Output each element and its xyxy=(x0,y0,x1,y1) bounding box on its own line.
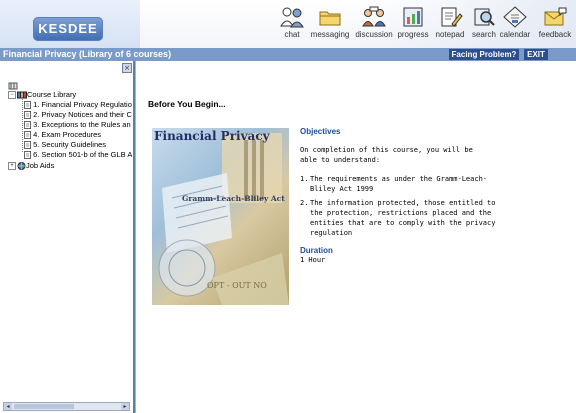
toolbar-progress[interactable]: progress xyxy=(392,6,434,39)
scrollbar-thumb[interactable] xyxy=(14,404,74,409)
main-content: Before You Begin... Financial Privacy Gr… xyxy=(135,61,576,413)
tree-course-item[interactable]: 3. Exceptions to the Rules an xyxy=(24,120,131,130)
progress-chart-icon xyxy=(403,7,423,27)
globe-icon xyxy=(17,162,26,171)
toolbar-chat[interactable]: chat xyxy=(271,6,313,39)
scroll-right-arrow-icon[interactable]: ▸ xyxy=(121,403,129,410)
cover-caption-text: Gramm-Leach-Bliley Act xyxy=(182,194,285,203)
cover-title-text: Financial Privacy xyxy=(154,129,271,143)
toolbar-feedback[interactable]: feedback xyxy=(534,6,576,39)
toolbar-calendar[interactable]: calendar xyxy=(494,6,536,39)
course-item-label: 4. Exam Procedures xyxy=(33,130,102,139)
toolbar-chat-label: chat xyxy=(284,30,300,39)
course-tree-pane: × − Course Library 1. Financial Privacy … xyxy=(0,61,135,413)
toolbar-progress-label: progress xyxy=(397,30,429,39)
objective-text: The information protected, those entitle… xyxy=(310,199,496,237)
tree-course-item[interactable]: 5. Security Guidelines xyxy=(24,140,106,150)
objective-number: 1. xyxy=(300,175,309,183)
page-icon xyxy=(24,111,31,120)
page-icon xyxy=(24,131,31,140)
chat-people-icon xyxy=(280,7,304,28)
toolbar-discussion[interactable]: discussion xyxy=(353,6,395,39)
discussion-people-icon xyxy=(362,6,386,27)
calendar-diamond-icon xyxy=(503,6,527,28)
page-icon xyxy=(24,151,31,160)
library-icon xyxy=(8,82,18,90)
page-heading: Before You Begin... xyxy=(148,99,226,109)
collapse-pane-button[interactable]: × xyxy=(122,63,132,73)
course-item-label: 6. Section 501-b of the GLB A xyxy=(33,150,132,159)
scroll-left-arrow-icon[interactable]: ◂ xyxy=(4,403,12,410)
objectives-heading: Objectives xyxy=(300,127,341,136)
tree-horizontal-scrollbar[interactable]: ◂ ▸ xyxy=(3,402,130,411)
tree-job-aids[interactable]: + Job Aids xyxy=(8,161,54,171)
toolbar-calendar-label: calendar xyxy=(499,30,531,39)
kesdee-logo: KESDEE xyxy=(33,17,103,41)
course-title: Financial Privacy (Library of 6 courses) xyxy=(3,49,172,59)
duration-heading: Duration xyxy=(300,246,333,255)
books-icon xyxy=(17,91,27,99)
objective-item: 2. The information protected, those entit… xyxy=(300,198,500,238)
objective-text: The requirements as under the Gramm-Leac… xyxy=(310,175,488,193)
page-icon xyxy=(24,121,31,130)
course-item-label: 1. Financial Privacy Regulatio xyxy=(33,100,132,109)
course-item-label: 5. Security Guidelines xyxy=(33,140,107,149)
course-library-label: Course Library xyxy=(27,90,77,99)
course-library-expander[interactable]: − xyxy=(8,91,16,100)
course-item-label: 2. Privacy Notices and their C xyxy=(33,110,132,119)
folder-mail-icon xyxy=(319,11,341,26)
course-cover-illustration: Financial Privacy Gramm-Leach-Bliley Act… xyxy=(154,129,289,305)
page-icon xyxy=(24,141,31,150)
toolbar-messaging-label: messaging xyxy=(310,30,350,39)
course-tree: − Course Library 1. Financial Privacy Re… xyxy=(4,81,132,391)
toolbar-feedback-label: feedback xyxy=(538,30,572,39)
course-title-bar: Financial Privacy (Library of 6 courses)… xyxy=(0,48,576,61)
facing-problem-button[interactable]: Facing Problem? xyxy=(449,49,519,60)
notepad-pencil-icon xyxy=(441,7,463,27)
toolbar-messaging[interactable]: messaging xyxy=(309,6,351,39)
job-aids-expander[interactable]: + xyxy=(8,162,16,171)
course-item-label: 3. Exceptions to the Rules an xyxy=(33,120,131,129)
objective-number: 2. xyxy=(300,199,309,207)
cover-optout-text: OPT - OUT NO xyxy=(207,281,267,290)
tree-course-item[interactable]: 4. Exam Procedures xyxy=(24,130,101,140)
duration-value: 1 Hour xyxy=(300,256,326,264)
job-aids-label: Job Aids xyxy=(26,161,55,170)
objective-item: 1. The requirements as under the Gramm-Le… xyxy=(300,174,500,194)
page-icon xyxy=(24,101,31,110)
tree-course-item[interactable]: 2. Privacy Notices and their C xyxy=(24,110,132,120)
toolbar-discussion-label: discussion xyxy=(355,30,393,39)
feedback-envelope-icon xyxy=(544,7,567,26)
tree-course-library[interactable]: − Course Library xyxy=(8,90,76,100)
objectives-intro: On completion of this course, you will b… xyxy=(300,146,473,164)
logo-panel: KESDEE xyxy=(0,0,140,48)
top-toolbar: KESDEE chat messaging discussion progres… xyxy=(0,0,576,48)
tree-course-item[interactable]: 1. Financial Privacy Regulatio xyxy=(24,100,132,110)
course-cover-image: Financial Privacy Gramm-Leach-Bliley Act… xyxy=(152,128,289,305)
exit-button[interactable]: EXIT xyxy=(524,49,548,60)
tree-course-item[interactable]: 6. Section 501-b of the GLB A xyxy=(24,150,132,160)
